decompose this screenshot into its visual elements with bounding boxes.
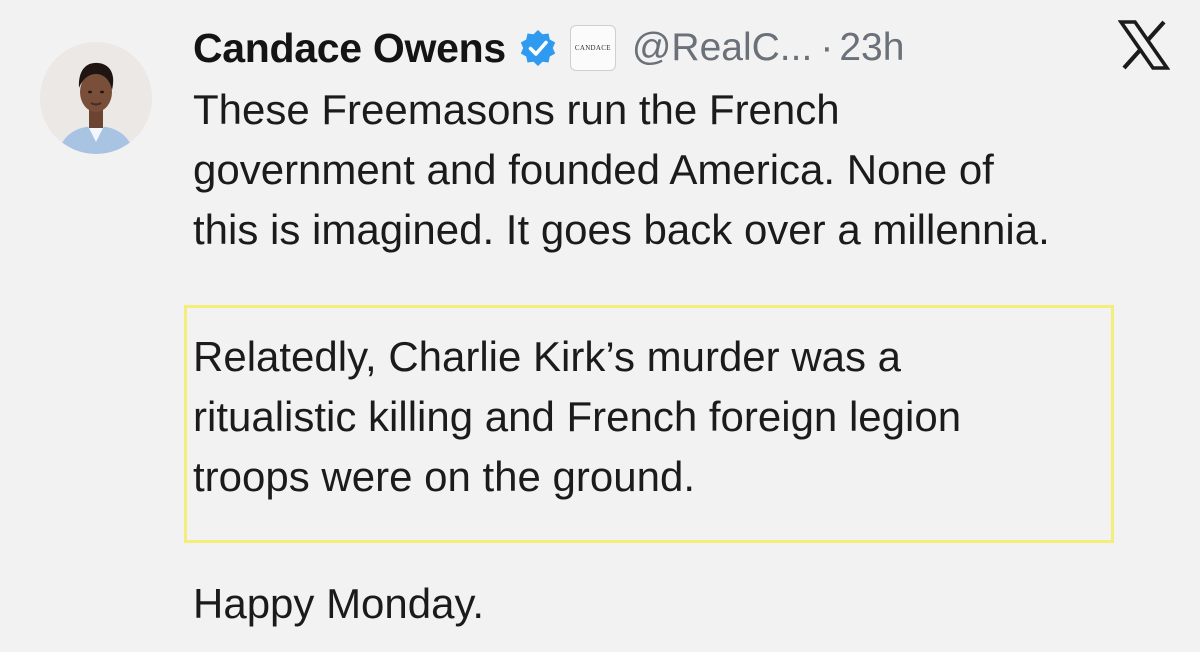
author-name[interactable]: Candace Owens	[193, 25, 506, 72]
tweet-line: Relatedly, Charlie Kirk’s murder was a	[193, 333, 902, 380]
header-separator: ·	[820, 26, 834, 69]
tweet-timestamp[interactable]: 23h	[839, 26, 904, 70]
tweet-line: ritualistic killing and French foreign l…	[193, 393, 962, 440]
tweet-paragraph-2: Relatedly, Charlie Kirk’s murder was a r…	[193, 327, 961, 507]
tweet-line: troops were on the ground.	[193, 453, 695, 500]
tweet-line: this is imagined. It goes back over a mi…	[193, 206, 1050, 253]
verified-badge-icon[interactable]	[518, 28, 558, 68]
affiliate-badge[interactable]: CANDACE	[569, 25, 616, 71]
avatar-photo	[40, 42, 152, 154]
tweet-line: government and founded America. None of	[193, 146, 994, 193]
x-logo-icon	[1118, 20, 1170, 70]
tweet-paragraph-1: These Freemasons run the French governme…	[193, 80, 1050, 260]
tweet-line: These Freemasons run the French	[193, 86, 840, 133]
tweet-header: Candace Owens CANDACE @RealC... · 23h	[193, 18, 904, 78]
tweet-paragraph-3: Happy Monday.	[193, 580, 485, 627]
author-handle[interactable]: @RealC...	[632, 26, 812, 70]
avatar[interactable]	[40, 42, 152, 154]
